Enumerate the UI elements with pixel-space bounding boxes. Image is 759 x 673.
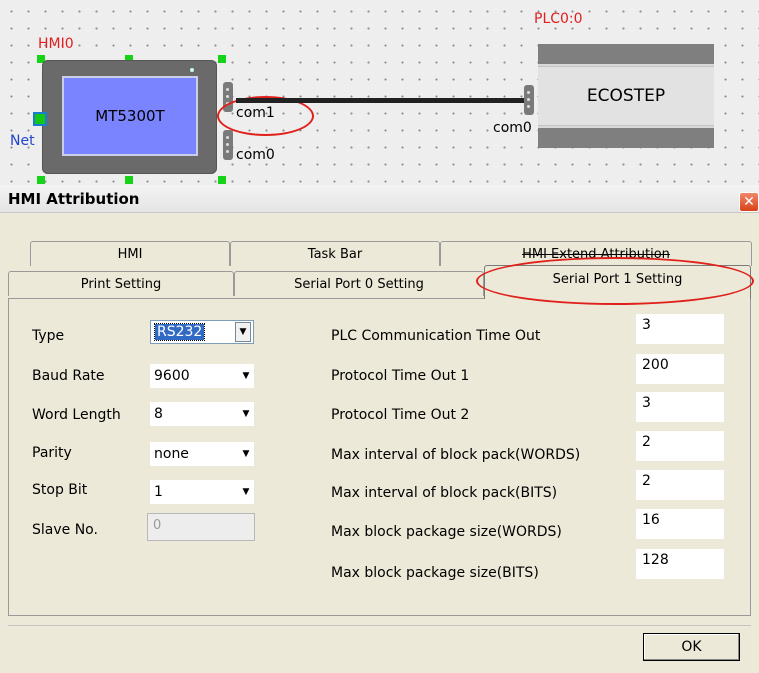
field-label: Max block package size(BITS) [331, 565, 539, 581]
type-value: RS232 [153, 323, 206, 341]
tab-label: Task Bar [307, 246, 363, 262]
tab-print-setting[interactable]: Print Setting [8, 271, 234, 296]
stop-bit-label: Stop Bit [32, 482, 88, 498]
field-label: Protocol Time Out 1 [331, 368, 470, 384]
field-label: Max block package size(WORDS) [331, 524, 562, 540]
max-interval-bits-input[interactable]: 2 [636, 470, 724, 500]
max-block-words-input[interactable]: 16 [636, 509, 724, 539]
word-length-select[interactable]: 8 ▼ [150, 402, 254, 426]
field-label: Max interval of block pack(BITS) [331, 485, 558, 501]
hmi-screen: MT5300T [62, 76, 198, 156]
max-block-bits-input[interactable]: 128 [636, 549, 724, 579]
selection-handle[interactable] [37, 176, 45, 184]
serial-port-icon[interactable] [524, 85, 534, 115]
topology-canvas[interactable]: HMI0 MT5300T Net com1 com0 PLC0:0 com0 E… [0, 0, 759, 185]
selection-handle[interactable] [218, 176, 226, 184]
chevron-down-icon[interactable]: ▼ [235, 322, 251, 342]
serial-cable[interactable] [236, 98, 528, 103]
type-label: Type [32, 328, 65, 344]
baud-rate-value: 9600 [154, 368, 190, 384]
plc-comm-timeout-input[interactable]: 3 [636, 314, 724, 344]
parity-label: Parity [32, 445, 72, 461]
plc-body: ECOSTEP [538, 66, 714, 126]
protocol-timeout-1-input[interactable]: 200 [636, 354, 724, 384]
footer-divider [8, 625, 751, 626]
parity-value: none [154, 446, 189, 462]
dialog-title: HMI Attribution [8, 190, 140, 208]
field-label: PLC Communication Time Out [331, 328, 541, 344]
word-length-label: Word Length [32, 407, 121, 423]
selection-handle[interactable] [125, 176, 133, 184]
network-port-icon[interactable] [33, 112, 47, 126]
stop-bit-select[interactable]: 1 ▼ [150, 480, 254, 504]
field-label: Max interval of block pack(WORDS) [331, 447, 581, 463]
chevron-down-icon[interactable]: ▼ [238, 487, 254, 497]
chevron-down-icon[interactable]: ▼ [238, 371, 254, 381]
plc-model-label: ECOSTEP [586, 86, 666, 106]
tab-label: Serial Port 0 Setting [294, 276, 424, 292]
selection-handle[interactable] [218, 55, 226, 63]
plc-device[interactable]: ECOSTEP [538, 44, 714, 148]
hmi-model-label: MT5300T [95, 107, 165, 125]
tab-label: Print Setting [80, 276, 162, 292]
tab-task-bar[interactable]: Task Bar [230, 241, 440, 266]
close-icon[interactable]: ✕ [739, 192, 759, 212]
chevron-down-icon[interactable]: ▼ [238, 409, 254, 419]
field-label: Protocol Time Out 2 [331, 407, 470, 423]
ok-button[interactable]: OK [643, 633, 740, 661]
parity-select[interactable]: none ▼ [150, 442, 254, 466]
hmi-led-icon [190, 68, 194, 72]
protocol-timeout-2-input[interactable]: 3 [636, 392, 724, 422]
type-select[interactable]: RS232 ▼ [150, 320, 254, 344]
word-length-value: 8 [154, 406, 163, 422]
baud-rate-select[interactable]: 9600 ▼ [150, 364, 254, 388]
baud-rate-label: Baud Rate [32, 368, 105, 384]
tab-hmi[interactable]: HMI [30, 241, 230, 266]
plc-top-bar [538, 44, 714, 64]
net-label: Net [10, 133, 35, 149]
plc-label: PLC0:0 [534, 11, 583, 27]
slave-no-label: Slave No. [32, 522, 98, 538]
slave-no-input: 0 [147, 513, 255, 541]
chevron-down-icon[interactable]: ▼ [238, 449, 254, 459]
dialog-titlebar[interactable]: HMI Attribution ✕ [0, 185, 759, 213]
tab-label: HMI [117, 246, 143, 262]
max-interval-words-input[interactable]: 2 [636, 431, 724, 461]
tab-annotation-ellipse [476, 257, 754, 305]
hmi-label: HMI0 [38, 36, 74, 52]
plc-com0-port-label: com0 [493, 120, 532, 136]
serial-port-icon[interactable] [223, 130, 233, 160]
tab-serial-port-0-setting[interactable]: Serial Port 0 Setting [234, 271, 484, 296]
hmi-attribution-dialog: HMI Attribution ✕ HMI Task Bar HMI Exten… [0, 185, 759, 673]
hmi-com0-port-label: com0 [236, 147, 275, 163]
hmi-device[interactable]: MT5300T [42, 60, 217, 174]
stop-bit-value: 1 [154, 484, 163, 500]
plc-bottom-bar [538, 128, 714, 148]
